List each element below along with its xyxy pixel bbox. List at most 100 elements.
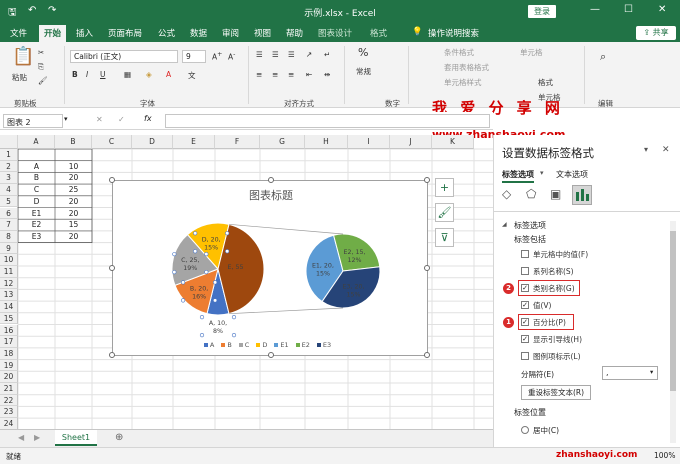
tab-home[interactable]: 开始 (39, 25, 67, 42)
cell-a2[interactable]: A (18, 161, 55, 173)
tab-format[interactable]: 格式 (370, 27, 387, 39)
row-header-24[interactable]: 24 (0, 418, 18, 429)
option-value[interactable]: 值(V) (533, 300, 551, 311)
cells-button[interactable]: 单元格 (520, 47, 543, 58)
merge-icon[interactable]: ⇹ (324, 70, 330, 79)
format-button[interactable]: 格式 (538, 77, 553, 88)
tab-review[interactable]: 审阅 (222, 27, 239, 39)
legend-item-a[interactable]: A (203, 341, 214, 349)
legend-item-d[interactable]: D (256, 341, 267, 349)
label-handle[interactable] (225, 249, 230, 254)
align-middle-icon[interactable]: ☰ (272, 50, 279, 59)
label-handle[interactable] (172, 270, 177, 275)
column-header-b[interactable]: B (55, 135, 92, 149)
cell-style-button[interactable]: 单元格样式 (444, 77, 482, 88)
effects-icon[interactable]: ⬠ (526, 187, 536, 201)
row-header-8[interactable]: 8 (0, 230, 18, 243)
section-label-options[interactable]: 标签选项 (514, 220, 546, 231)
sheet-tab-sheet1[interactable]: Sheet1 (55, 430, 97, 446)
row-header-16[interactable]: 16 (0, 324, 18, 337)
label-handle[interactable] (212, 280, 218, 285)
tab-file[interactable]: 文件 (10, 27, 27, 39)
chart-filter-button[interactable]: ⊽ (435, 228, 454, 247)
cell-b4[interactable]: 25 (55, 184, 92, 196)
label-handle[interactable] (180, 280, 186, 285)
label-handle[interactable] (199, 315, 205, 320)
phonetic-icon[interactable]: 文 (188, 70, 196, 81)
resize-handle[interactable] (424, 265, 430, 271)
cell-b2[interactable]: 10 (55, 161, 92, 173)
row-header-7[interactable]: 7 (0, 219, 18, 231)
data-label-c[interactable]: C, 25, 19% (181, 257, 199, 272)
column-header-g[interactable]: G (260, 135, 305, 149)
radio-center[interactable] (521, 426, 529, 434)
cell-a3[interactable]: B (18, 172, 55, 184)
column-header-e[interactable]: E (173, 135, 215, 149)
reset-label-text-button[interactable]: 重设标签文本(R) (521, 385, 591, 400)
resize-handle[interactable] (109, 352, 115, 358)
label-handle[interactable] (225, 231, 230, 236)
checkbox-value[interactable]: ✓ (521, 301, 529, 309)
row-header-17[interactable]: 17 (0, 336, 18, 348)
name-box[interactable]: 图表 2 (3, 114, 63, 128)
zoom-level[interactable]: 100% (654, 451, 675, 460)
tab-page-layout[interactable]: 页面布局 (108, 27, 142, 39)
legend-item-e1[interactable]: E1 (274, 341, 289, 349)
pane-scrollbar[interactable] (670, 221, 676, 443)
option-cell-value[interactable]: 单元格中的值(F) (533, 249, 588, 260)
login-button[interactable]: 登录 (528, 5, 556, 18)
share-button[interactable]: ⇪ 共享 (636, 26, 676, 40)
row-header-23[interactable]: 23 (0, 406, 18, 419)
font-name-select[interactable]: Calibri (正文) (70, 50, 178, 63)
data-label-a[interactable]: A, 10, 8% (209, 320, 227, 335)
size-properties-icon[interactable]: ▣ (550, 187, 561, 201)
legend-item-e3[interactable]: E3 (316, 341, 331, 349)
cell-b5[interactable]: 20 (55, 196, 92, 208)
tab-help[interactable]: 帮助 (286, 27, 303, 39)
align-left-icon[interactable]: ≡ (256, 70, 262, 79)
cell-b8[interactable]: 20 (55, 231, 92, 243)
close-icon[interactable]: ✕ (662, 145, 670, 155)
column-header-c[interactable]: C (92, 135, 132, 149)
conditional-format-button[interactable]: 条件格式 (444, 47, 474, 58)
add-sheet-icon[interactable]: ⊕ (115, 432, 123, 443)
copy-icon[interactable]: ⎘ (38, 62, 44, 72)
checkbox-cell-value[interactable] (521, 250, 529, 258)
resize-handle[interactable] (424, 352, 430, 358)
grow-font-icon[interactable]: A+ (212, 51, 222, 62)
resize-handle[interactable] (268, 352, 274, 358)
align-right-icon[interactable]: ≡ (288, 70, 294, 79)
font-size-select[interactable]: 9 (182, 50, 206, 63)
collapse-icon[interactable]: ◢ (502, 221, 507, 228)
checkbox-legend-key[interactable] (521, 352, 529, 360)
cell-a4[interactable]: C (18, 184, 55, 196)
cancel-icon[interactable]: ✕ (96, 115, 103, 124)
percent-icon[interactable]: % (358, 46, 368, 59)
wrap-text-icon[interactable]: ↵ (324, 50, 330, 59)
tab-formulas[interactable]: 公式 (158, 27, 175, 39)
row-header-14[interactable]: 14 (0, 301, 18, 313)
data-label-d[interactable]: D, 20, 15% (202, 236, 221, 251)
paste-icon[interactable]: 📋 (12, 46, 34, 67)
align-center-icon[interactable]: ≡ (272, 70, 278, 79)
tell-me-search[interactable]: 操作说明搜索 (428, 27, 479, 39)
close-icon[interactable]: ✕ (658, 4, 666, 15)
label-handle[interactable] (204, 270, 209, 275)
font-color-icon[interactable]: A (166, 70, 171, 79)
format-painter-icon[interactable]: 🖌 (38, 76, 48, 85)
option-legend-key[interactable]: 图例项标示(L) (533, 351, 581, 362)
label-options-icon[interactable] (572, 185, 592, 205)
align-top-icon[interactable]: ☰ (256, 50, 263, 59)
legend-item-c[interactable]: C (238, 341, 249, 349)
column-header-i[interactable]: I (348, 135, 390, 149)
row-header-15[interactable]: 15 (0, 312, 18, 325)
label-handle[interactable] (193, 249, 198, 254)
label-handle[interactable] (204, 252, 209, 257)
label-handle[interactable] (180, 298, 186, 303)
function-icon[interactable]: fx (144, 114, 152, 123)
label-handle[interactable] (212, 298, 218, 303)
resize-handle[interactable] (109, 177, 115, 183)
fill-line-icon[interactable]: ◇ (502, 187, 511, 201)
row-header-12[interactable]: 12 (0, 277, 18, 290)
row-header-21[interactable]: 21 (0, 383, 18, 395)
